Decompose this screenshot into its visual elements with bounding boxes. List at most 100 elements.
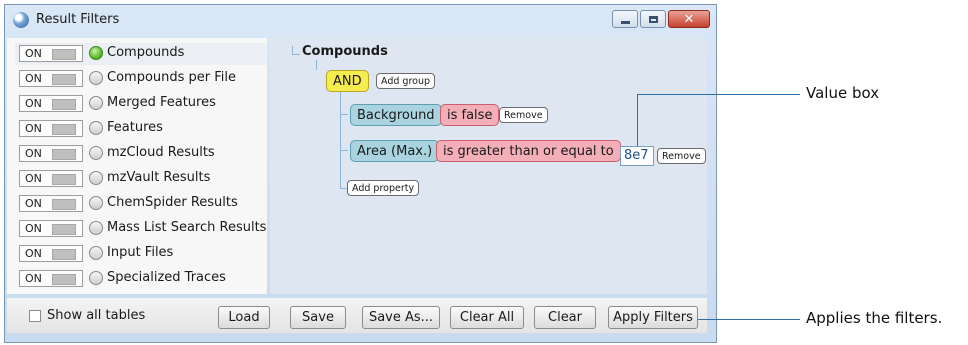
logic-operator-chip[interactable]: AND	[326, 70, 369, 92]
bottom-toolbar: Show all tables Load Save Save As... Cle…	[7, 298, 707, 333]
callout-leader-line	[698, 319, 800, 320]
toggle-switch[interactable]: ON	[19, 195, 83, 212]
clear-button[interactable]: Clear	[534, 306, 596, 329]
operator-chip-greater-equal[interactable]: is greater than or equal to	[436, 140, 621, 162]
table-label: Compounds	[107, 45, 185, 60]
toggle-knob	[52, 124, 76, 135]
table-row-mzcloud-results[interactable]: ON mzCloud Results	[15, 143, 267, 165]
table-label: mzCloud Results	[107, 145, 215, 160]
remove-condition-button[interactable]: Remove	[657, 148, 706, 164]
table-row-compounds[interactable]: ON Compounds	[15, 43, 267, 65]
table-label: Mass List Search Results	[107, 220, 267, 235]
tree-connector	[340, 150, 348, 151]
status-dot-icon	[89, 146, 103, 160]
table-label: Specialized Traces	[107, 270, 226, 285]
minimize-icon	[620, 20, 630, 24]
status-dot-icon	[89, 271, 103, 285]
toggle-switch[interactable]: ON	[19, 45, 83, 62]
remove-condition-button[interactable]: Remove	[499, 107, 548, 123]
toggle-switch[interactable]: ON	[19, 270, 83, 287]
window-controls: ✕	[612, 10, 710, 28]
table-row-features[interactable]: ON Features	[15, 118, 267, 140]
callout-apply: Applies the filters.	[806, 309, 943, 327]
toggle-knob	[52, 224, 76, 235]
add-property-button[interactable]: Add property	[347, 180, 420, 196]
toggle-label: ON	[25, 172, 42, 185]
table-list: ON Compounds ON Compounds per File ON Me…	[7, 38, 267, 294]
app-icon	[13, 12, 29, 28]
callout-value-box: Value box	[806, 84, 880, 102]
table-row-specialized-traces[interactable]: ON Specialized Traces	[15, 268, 267, 290]
status-dot-icon	[89, 221, 103, 235]
load-button[interactable]: Load	[218, 306, 270, 329]
status-dot-icon	[89, 121, 103, 135]
toggle-label: ON	[25, 122, 42, 135]
status-dot-icon	[89, 196, 103, 210]
close-button[interactable]: ✕	[668, 10, 710, 28]
maximize-button[interactable]	[640, 10, 666, 28]
callout-leader-line	[637, 94, 638, 146]
toggle-knob	[52, 149, 76, 160]
tree-connector	[292, 54, 300, 55]
toggle-label: ON	[25, 197, 42, 210]
toggle-switch[interactable]: ON	[19, 170, 83, 187]
toggle-label: ON	[25, 272, 42, 285]
maximize-icon	[648, 15, 658, 23]
apply-filters-button[interactable]: Apply Filters	[608, 306, 698, 329]
toggle-label: ON	[25, 47, 42, 60]
table-label: ChemSpider Results	[107, 195, 238, 210]
tree-root-label: Compounds	[302, 44, 388, 59]
toggle-knob	[52, 74, 76, 85]
table-label: Input Files	[107, 245, 174, 260]
status-dot-icon	[89, 46, 103, 60]
property-chip-area-max[interactable]: Area (Max.)	[350, 140, 440, 162]
toggle-knob	[52, 174, 76, 185]
table-row-mass-list-search-results[interactable]: ON Mass List Search Results	[15, 218, 267, 240]
filter-tree: Compounds AND Add group Background is fa…	[270, 38, 707, 294]
add-group-button[interactable]: Add group	[376, 73, 436, 89]
table-row-input-files[interactable]: ON Input Files	[15, 243, 267, 265]
toggle-knob	[52, 274, 76, 285]
tree-connector	[340, 114, 348, 115]
table-label: Compounds per File	[107, 70, 237, 85]
toggle-switch[interactable]: ON	[19, 120, 83, 137]
table-row-mzvault-results[interactable]: ON mzVault Results	[15, 168, 267, 190]
toggle-label: ON	[25, 97, 42, 110]
toggle-switch[interactable]: ON	[19, 145, 83, 162]
toggle-knob	[52, 49, 76, 60]
table-label: Merged Features	[107, 95, 216, 110]
show-all-tables-checkbox[interactable]	[29, 310, 41, 322]
save-button[interactable]: Save	[290, 306, 346, 329]
toggle-switch[interactable]: ON	[19, 70, 83, 87]
value-input[interactable]: 8e7	[620, 146, 654, 166]
table-row-compounds-per-file[interactable]: ON Compounds per File	[15, 68, 267, 90]
status-dot-icon	[89, 96, 103, 110]
table-row-merged-features[interactable]: ON Merged Features	[15, 93, 267, 115]
save-as-button[interactable]: Save As...	[362, 306, 440, 329]
toggle-switch[interactable]: ON	[19, 220, 83, 237]
toggle-label: ON	[25, 147, 42, 160]
status-dot-icon	[89, 171, 103, 185]
operator-chip-is-false[interactable]: is false	[440, 104, 500, 126]
table-row-chemspider-results[interactable]: ON ChemSpider Results	[15, 193, 267, 215]
window-title: Result Filters	[36, 12, 120, 27]
property-chip-background[interactable]: Background	[350, 104, 442, 126]
toggle-label: ON	[25, 72, 42, 85]
close-icon: ✕	[683, 11, 695, 27]
table-label: Features	[107, 120, 163, 135]
toggle-knob	[52, 199, 76, 210]
clear-all-button[interactable]: Clear All	[450, 306, 524, 329]
status-dot-icon	[89, 71, 103, 85]
toggle-switch[interactable]: ON	[19, 245, 83, 262]
show-all-tables-label: Show all tables	[47, 308, 146, 323]
title-bar[interactable]: Result Filters ✕	[5, 5, 716, 35]
toggle-switch[interactable]: ON	[19, 95, 83, 112]
tree-connector	[340, 90, 341, 188]
minimize-button[interactable]	[612, 10, 638, 28]
tree-connector	[292, 46, 293, 54]
callout-leader-line	[637, 94, 800, 95]
toggle-knob	[52, 249, 76, 260]
status-dot-icon	[89, 246, 103, 260]
toggle-knob	[52, 99, 76, 110]
table-label: mzVault Results	[107, 170, 211, 185]
